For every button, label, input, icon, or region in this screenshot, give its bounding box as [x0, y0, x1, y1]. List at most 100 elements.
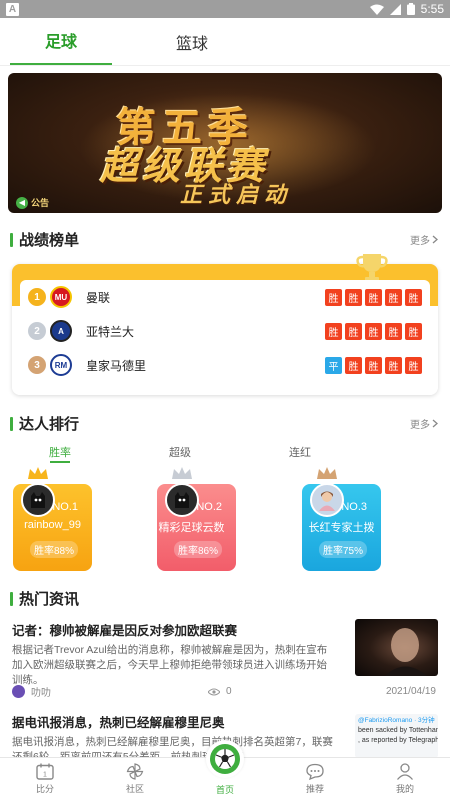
- team-name: 亚特兰大: [86, 324, 135, 339]
- person-icon: [397, 762, 413, 780]
- eye-icon: [208, 688, 220, 695]
- avatar: [165, 483, 199, 517]
- tab-streak[interactable]: 连红: [280, 444, 320, 460]
- standings-title: 战绩榜单: [19, 232, 80, 249]
- result-badge: 胜: [385, 288, 402, 306]
- chevron-right-icon: [432, 235, 438, 244]
- rank-label: NO.1: [52, 501, 78, 513]
- experts-more-link[interactable]: 更多: [410, 416, 438, 431]
- crown-icon: [28, 467, 48, 479]
- trophy-icon: [356, 254, 388, 281]
- rank-badge: 3: [28, 356, 46, 374]
- rank-badge: 2: [28, 322, 46, 340]
- section-accent-bar: [10, 232, 13, 247]
- result-badge: 胜: [345, 322, 362, 340]
- result-badge: 胜: [385, 322, 402, 340]
- nav-label: 我的: [395, 783, 414, 794]
- expert-name: 长红专家土拨: [308, 522, 375, 534]
- news-headline: 据电讯报消息，热刺已经解雇穆里尼奥: [12, 716, 225, 730]
- result-badge: 胜: [325, 288, 342, 306]
- thumb-handle: @FabrizioRomano · 3分钟: [358, 717, 435, 724]
- section-accent-bar: [10, 416, 13, 431]
- recent-results: 胜 胜 胜 胜 胜: [325, 288, 422, 306]
- tab-super[interactable]: 超级: [160, 444, 200, 460]
- nav-label: 社区: [125, 783, 144, 794]
- banner-notice: ◀ 公告: [16, 196, 49, 209]
- team-row[interactable]: 1 MU 曼联 胜 胜 胜 胜 胜: [28, 284, 422, 310]
- experts-header: 达人排行 更多: [10, 413, 438, 434]
- more-label: 更多: [410, 420, 430, 431]
- nav-profile[interactable]: 我的: [360, 758, 450, 799]
- soccer-ball-icon: [210, 744, 240, 774]
- result-badge: 胜: [365, 288, 382, 306]
- recent-results: 平 胜 胜 胜 胜: [325, 356, 422, 374]
- team-logo-icon: RM: [50, 354, 72, 376]
- status-bar: A 5:55: [0, 0, 450, 18]
- recent-results: 胜 胜 胜 胜 胜: [325, 322, 422, 340]
- active-tab-underline: [50, 461, 70, 463]
- expert-card[interactable]: NO.2 精彩足球云数 胜率86%: [157, 467, 236, 571]
- standings-header: 战绩榜单 更多: [10, 229, 438, 250]
- author-avatar: [12, 685, 25, 698]
- nav-scores[interactable]: 1 比分: [0, 758, 90, 799]
- win-rate-badge: 胜率75%: [319, 541, 368, 558]
- bottom-navigation: 1 比分 社区 首页 推荐 我的: [0, 740, 450, 799]
- person-photo-icon: [319, 491, 335, 511]
- win-rate-badge: 胜率86%: [174, 541, 223, 558]
- nav-recommend[interactable]: 推荐: [270, 758, 360, 799]
- cat-icon: [31, 492, 45, 508]
- team-name: 皇家马德里: [86, 358, 147, 373]
- news-headline: 记者：穆帅被解雇是因反对参加欧超联赛: [12, 624, 238, 638]
- chat-bubble-icon: [306, 763, 324, 780]
- team-row[interactable]: 2 A 亚特兰大 胜 胜 胜 胜 胜: [28, 318, 422, 344]
- signal-icon: [389, 3, 401, 15]
- news-header: 热门资讯: [10, 588, 438, 609]
- nav-community[interactable]: 社区: [90, 758, 180, 799]
- promo-banner[interactable]: 第五季 超级联赛 正式启动 ◀ 公告: [8, 73, 442, 213]
- tab-basketball[interactable]: 篮球: [142, 30, 242, 65]
- expert-name: rainbow_99: [24, 519, 81, 531]
- calendar-icon: 1: [36, 763, 54, 780]
- team-name: 曼联: [86, 290, 111, 305]
- expert-card[interactable]: NO.3 长红专家土拨 胜率75%: [302, 467, 381, 571]
- section-accent-bar: [10, 591, 13, 606]
- portrait-image: [385, 628, 427, 676]
- standings-more-link[interactable]: 更多: [410, 232, 438, 247]
- pinwheel-icon: [126, 762, 144, 780]
- expert-card[interactable]: NO.1 rainbow_99 胜率88%: [13, 467, 92, 571]
- megaphone-icon: ◀: [16, 196, 28, 209]
- author-name: 叻叻: [31, 688, 51, 699]
- team-logo-icon: MU: [50, 286, 72, 308]
- thumb-text: been sacked by Tottenham, to: [358, 727, 438, 734]
- nav-home[interactable]: 首页: [180, 740, 270, 799]
- news-item[interactable]: 记者：穆帅被解雇是因反对参加欧超联赛 根据记者Trevor Azul给出的消息称…: [12, 619, 438, 699]
- nav-label: 比分: [35, 783, 54, 794]
- battery-icon: [406, 3, 415, 15]
- rank-label: NO.2: [196, 501, 222, 513]
- result-badge: 胜: [365, 322, 382, 340]
- result-badge: 胜: [325, 322, 342, 340]
- status-time: 5:55: [420, 2, 444, 16]
- crown-icon: [172, 467, 192, 479]
- wifi-icon: [369, 4, 384, 15]
- chevron-right-icon: [432, 419, 438, 428]
- more-label: 更多: [410, 236, 430, 247]
- home-ball-button[interactable]: [206, 740, 244, 778]
- result-badge: 平: [325, 356, 342, 374]
- sport-tabs: 足球 篮球: [0, 18, 450, 66]
- svg-text:1: 1: [43, 771, 47, 778]
- view-count: 0: [208, 686, 232, 697]
- news-meta: 叻叻 0 2021/04/19: [12, 684, 438, 699]
- views-value: 0: [226, 686, 232, 697]
- avatar: [21, 483, 55, 517]
- tab-football[interactable]: 足球: [10, 28, 112, 65]
- experts-title: 达人排行: [19, 416, 80, 433]
- result-badge: 胜: [385, 356, 402, 374]
- news-summary: 据电讯报消息，热刺已经解雇穆里尼奥，目前热刺排名英超第7，联赛还剩6轮，距离前四…: [12, 736, 333, 758]
- result-badge: 胜: [345, 356, 362, 374]
- team-row[interactable]: 3 RM 皇家马德里 平 胜 胜 胜 胜: [28, 352, 422, 378]
- win-rate-badge: 胜率88%: [30, 541, 79, 558]
- tab-win-rate[interactable]: 胜率: [40, 444, 80, 460]
- news-thumbnail: @FabrizioRomano · 3分钟 been sacked by Tot…: [355, 714, 438, 758]
- result-badge: 胜: [365, 356, 382, 374]
